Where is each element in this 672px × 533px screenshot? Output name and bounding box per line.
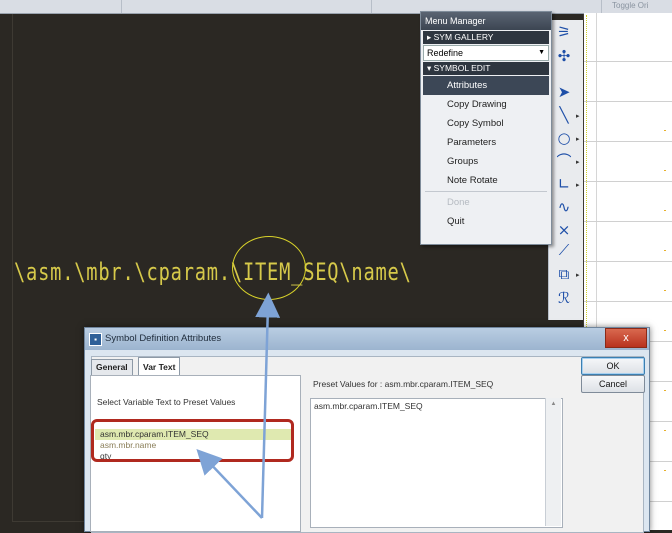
gallery-icon[interactable]: ⚞ bbox=[555, 24, 573, 40]
cancel-button[interactable]: Cancel bbox=[581, 375, 645, 393]
tab-general[interactable]: General bbox=[91, 359, 133, 375]
line-icon[interactable]: ╲ bbox=[555, 107, 573, 123]
select-arrow-icon[interactable]: ➤ bbox=[555, 84, 573, 100]
fillet-icon[interactable]: ∟ bbox=[555, 176, 573, 192]
menu-manager-window: Menu Manager ▸ SYM GALLERY Redefine ▼ ▾ S… bbox=[420, 11, 552, 245]
dialog-titlebar[interactable]: ▪ Symbol Definition Attributes x bbox=[85, 328, 649, 350]
menu-item-quit[interactable]: Quit bbox=[421, 212, 551, 231]
menu-item-copy-symbol[interactable]: Copy Symbol bbox=[421, 114, 551, 133]
sym-gallery-header[interactable]: ▸ SYM GALLERY bbox=[423, 31, 549, 44]
symbol-edit-header[interactable]: ▾ SYMBOL EDIT bbox=[423, 62, 549, 75]
arc-icon[interactable]: ⌒ bbox=[555, 153, 573, 169]
preset-values-label: Preset Values for : asm.mbr.cparam.ITEM_… bbox=[313, 379, 494, 389]
menu-item-copy-drawing[interactable]: Copy Drawing bbox=[421, 95, 551, 114]
menu-item-note-rotate[interactable]: Note Rotate bbox=[421, 171, 551, 190]
edit-icon[interactable]: ✣ bbox=[555, 48, 573, 64]
centerline-icon[interactable]: ⟋ bbox=[555, 242, 573, 258]
close-button[interactable]: x bbox=[605, 328, 647, 348]
menu-item-parameters[interactable]: Parameters bbox=[421, 133, 551, 152]
redefine-label: Redefine bbox=[427, 48, 464, 58]
highlight-box bbox=[91, 419, 294, 462]
text-icon[interactable]: ℛ bbox=[555, 290, 573, 306]
tab-var-text[interactable]: Var Text bbox=[138, 357, 181, 376]
top-toolbar-strip: Toggle Ori bbox=[0, 0, 672, 14]
menu-item-groups[interactable]: Groups bbox=[421, 152, 551, 171]
highlight-circle bbox=[232, 236, 306, 300]
dialog-app-icon: ▪ bbox=[89, 333, 102, 346]
dialog-title: Symbol Definition Attributes bbox=[105, 333, 222, 344]
offset-icon[interactable]: ⧉ bbox=[555, 266, 573, 282]
spline-icon[interactable]: ∿ bbox=[555, 199, 573, 215]
redefine-dropdown[interactable]: Redefine ▼ bbox=[423, 45, 549, 61]
ok-button[interactable]: OK bbox=[581, 357, 645, 375]
circle-icon[interactable]: ○ bbox=[555, 130, 573, 146]
menu-item-attributes[interactable]: Attributes bbox=[423, 76, 549, 95]
preset-scrollbar[interactable]: ▲ bbox=[545, 398, 561, 526]
symbol-edit-label: SYMBOL EDIT bbox=[433, 63, 491, 73]
menu-item-done: Done bbox=[447, 197, 470, 208]
menu-manager-title: Menu Manager bbox=[421, 12, 551, 30]
symbol-variable-text[interactable]: \asm.\mbr.\cparam.\ITEM_SEQ\name\ bbox=[14, 258, 412, 286]
point-icon[interactable]: × bbox=[555, 222, 573, 238]
sym-gallery-label: SYM GALLERY bbox=[433, 32, 494, 42]
select-variable-label: Select Variable Text to Preset Values bbox=[97, 397, 236, 407]
preset-value-item[interactable]: asm.mbr.cparam.ITEM_SEQ bbox=[314, 401, 423, 411]
chevron-down-icon: ▼ bbox=[538, 49, 545, 56]
menu-separator bbox=[425, 191, 547, 192]
toggle-label[interactable]: Toggle Ori bbox=[612, 1, 648, 10]
preset-values-box[interactable] bbox=[310, 398, 563, 528]
sketch-toolbar: ⚞ ✣ ➤ ╲ ▸ ○ ▸ ⌒ ▸ ∟ ▸ ∿ × ⟋ ⧉ ▸ ℛ bbox=[548, 20, 583, 320]
scroll-up-icon[interactable]: ▲ bbox=[546, 401, 561, 407]
